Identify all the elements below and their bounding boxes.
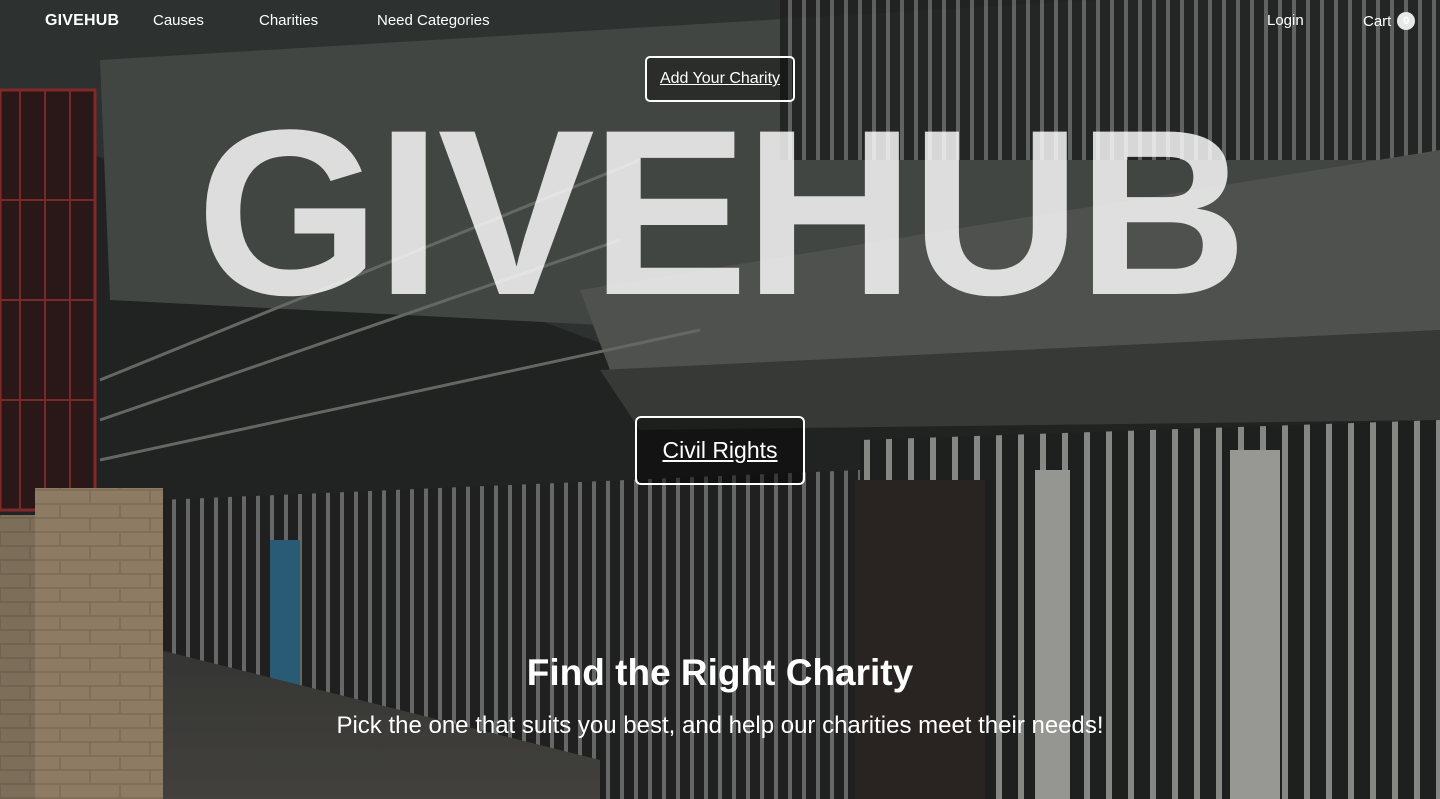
hero-section: GIVEHUB Causes Charities Need Categories… [0,0,1440,799]
category-civil-rights-button[interactable]: Civil Rights [635,416,805,485]
hero-subheadline: Pick the one that suits you best, and he… [336,712,1104,739]
nav-link-charities[interactable]: Charities [259,12,318,29]
nav-link-causes[interactable]: Causes [153,12,204,29]
brand-logo-link[interactable]: GIVEHUB [45,12,119,30]
cart-label: Cart [1363,12,1392,30]
nav-link-login[interactable]: Login [1267,12,1304,29]
nav-link-need-categories[interactable]: Need Categories [377,12,490,29]
nav-link-cart[interactable]: Cart 0 [1363,12,1416,30]
hero-giant-title: GIVEHUB [196,81,1247,345]
top-navbar: GIVEHUB Causes Charities Need Categories… [0,0,1440,42]
hero-headline: Find the Right Charity [526,652,914,693]
cart-count-badge: 0 [1397,12,1416,30]
